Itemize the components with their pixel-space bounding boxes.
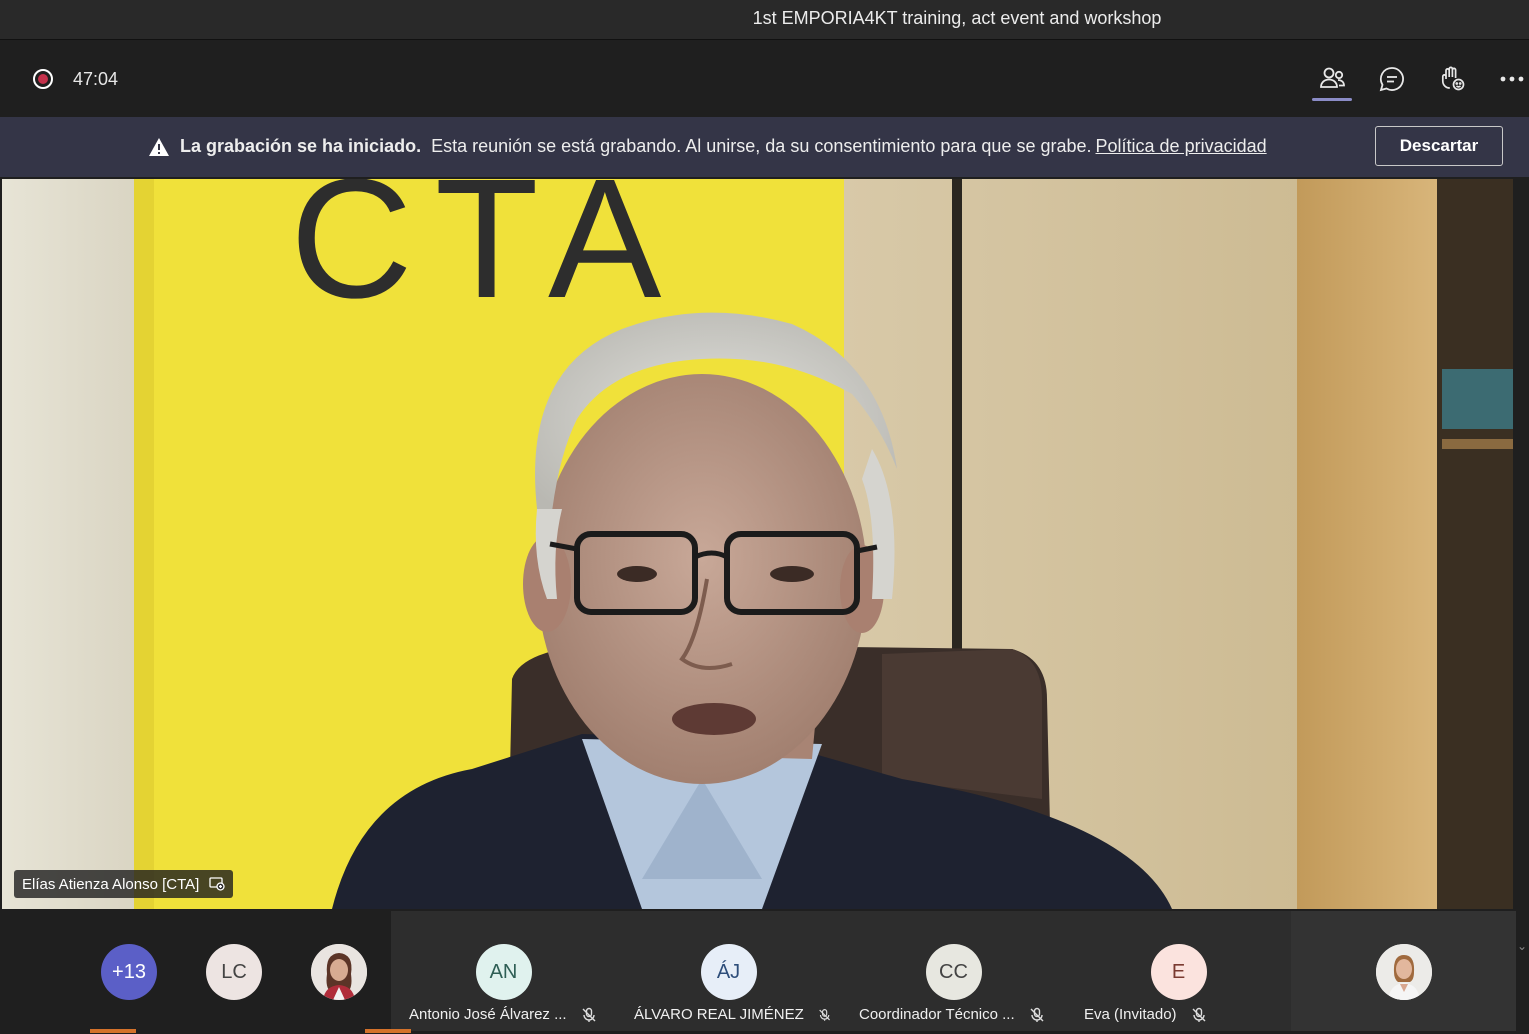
window-title: 1st EMPORIA4KT training, act event and w… [752, 8, 1162, 28]
participant-name: Coordinador Técnico ... [859, 1006, 1015, 1023]
participant-name: Antonio José Álvarez ... [409, 1006, 567, 1023]
avatar: ÁJ [700, 944, 757, 1000]
speaker-name: Elías Atienza Alonso [CTA] [22, 875, 200, 893]
participant-tile[interactable]: ÁJ ÁLVARO REAL JIMÉNEZ [616, 911, 841, 1031]
participant-gallery: +13 LC AN Antonio José Álvarez ... ÁJ ÁL… [0, 911, 1529, 1034]
banner-body: Esta reunión se está grabando. Al unirse… [431, 136, 1092, 156]
participant-name-row: ÁLVARO REAL JIMÉNEZ [634, 1006, 831, 1023]
avatar-initials: ÁJ [716, 960, 741, 983]
overflow-avatar[interactable]: +13 [101, 944, 157, 1000]
avatar-initials: LC [221, 960, 247, 983]
mic-muted-icon [582, 1007, 596, 1022]
more-options-button[interactable] [1490, 59, 1529, 99]
screen-share-icon [209, 877, 225, 891]
meeting-timer: 47:04 [73, 69, 119, 89]
speaker-video-frame: CTA [2, 179, 1513, 909]
banner-title: La grabación se ha iniciado. [180, 136, 422, 156]
main-video: CTA Elías Atienza Alonso [CTA] [2, 179, 1513, 909]
avatar: E [1150, 944, 1207, 1000]
participants-button[interactable] [1310, 59, 1354, 101]
cta-logo: CTA [290, 179, 683, 334]
avatar[interactable]: LC [206, 944, 262, 1000]
avatar-photo [1375, 944, 1432, 1000]
avatar-initials: AN [489, 960, 518, 983]
mic-muted-icon [1192, 1007, 1206, 1022]
avatar-initials: CC [939, 960, 968, 983]
highlight-strip [365, 1029, 411, 1033]
raise-hand-icon [1441, 66, 1465, 91]
self-video-tile[interactable] [1291, 911, 1516, 1031]
avatar-photo[interactable] [311, 944, 367, 1000]
highlight-strip [90, 1029, 136, 1033]
participant-tile[interactable]: E Eva (Invitado) [1066, 911, 1291, 1031]
participant-tile[interactable]: CC Coordinador Técnico ... [841, 911, 1066, 1031]
meeting-toolbar: 47:04 [0, 41, 1529, 117]
participant-name-row: Antonio José Álvarez ... [409, 1006, 606, 1023]
avatar: AN [475, 944, 532, 1000]
dismiss-button[interactable]: Descartar [1375, 126, 1503, 166]
warning-icon [149, 137, 169, 156]
people-icon [1320, 67, 1345, 88]
participant-name-row: Coordinador Técnico ... [859, 1006, 1056, 1023]
privacy-policy-link[interactable]: Política de privacidad [1096, 136, 1267, 157]
participant-name: ÁLVARO REAL JIMÉNEZ [634, 1006, 804, 1023]
record-icon [33, 69, 53, 89]
overflow-count: +13 [112, 960, 146, 983]
participant-tile[interactable]: AN Antonio José Álvarez ... [391, 911, 616, 1031]
reactions-button[interactable] [1430, 59, 1474, 99]
banner-message: La grabación se ha iniciado. Esta reunió… [148, 136, 1267, 157]
speaker-name-tag: Elías Atienza Alonso [CTA] [14, 870, 234, 898]
scroll-right-icon[interactable]: ⌄ [1517, 939, 1527, 953]
chat-icon [1379, 67, 1404, 92]
mic-muted-icon [1030, 1007, 1044, 1022]
window-titlebar: 1st EMPORIA4KT training, act event and w… [0, 0, 1529, 40]
chat-button[interactable] [1370, 59, 1414, 99]
participant-name: Eva (Invitado) [1084, 1006, 1177, 1023]
recording-banner: La grabación se ha iniciado. Esta reunió… [0, 117, 1529, 177]
person-photo-icon [311, 944, 367, 1000]
participant-name-row: Eva (Invitado) [1084, 1006, 1281, 1023]
avatar-initials: E [1171, 960, 1186, 983]
person-photo-icon [1375, 944, 1432, 1000]
mic-muted-icon [819, 1008, 830, 1021]
avatar: CC [925, 944, 982, 1000]
more-icon [1500, 76, 1524, 82]
